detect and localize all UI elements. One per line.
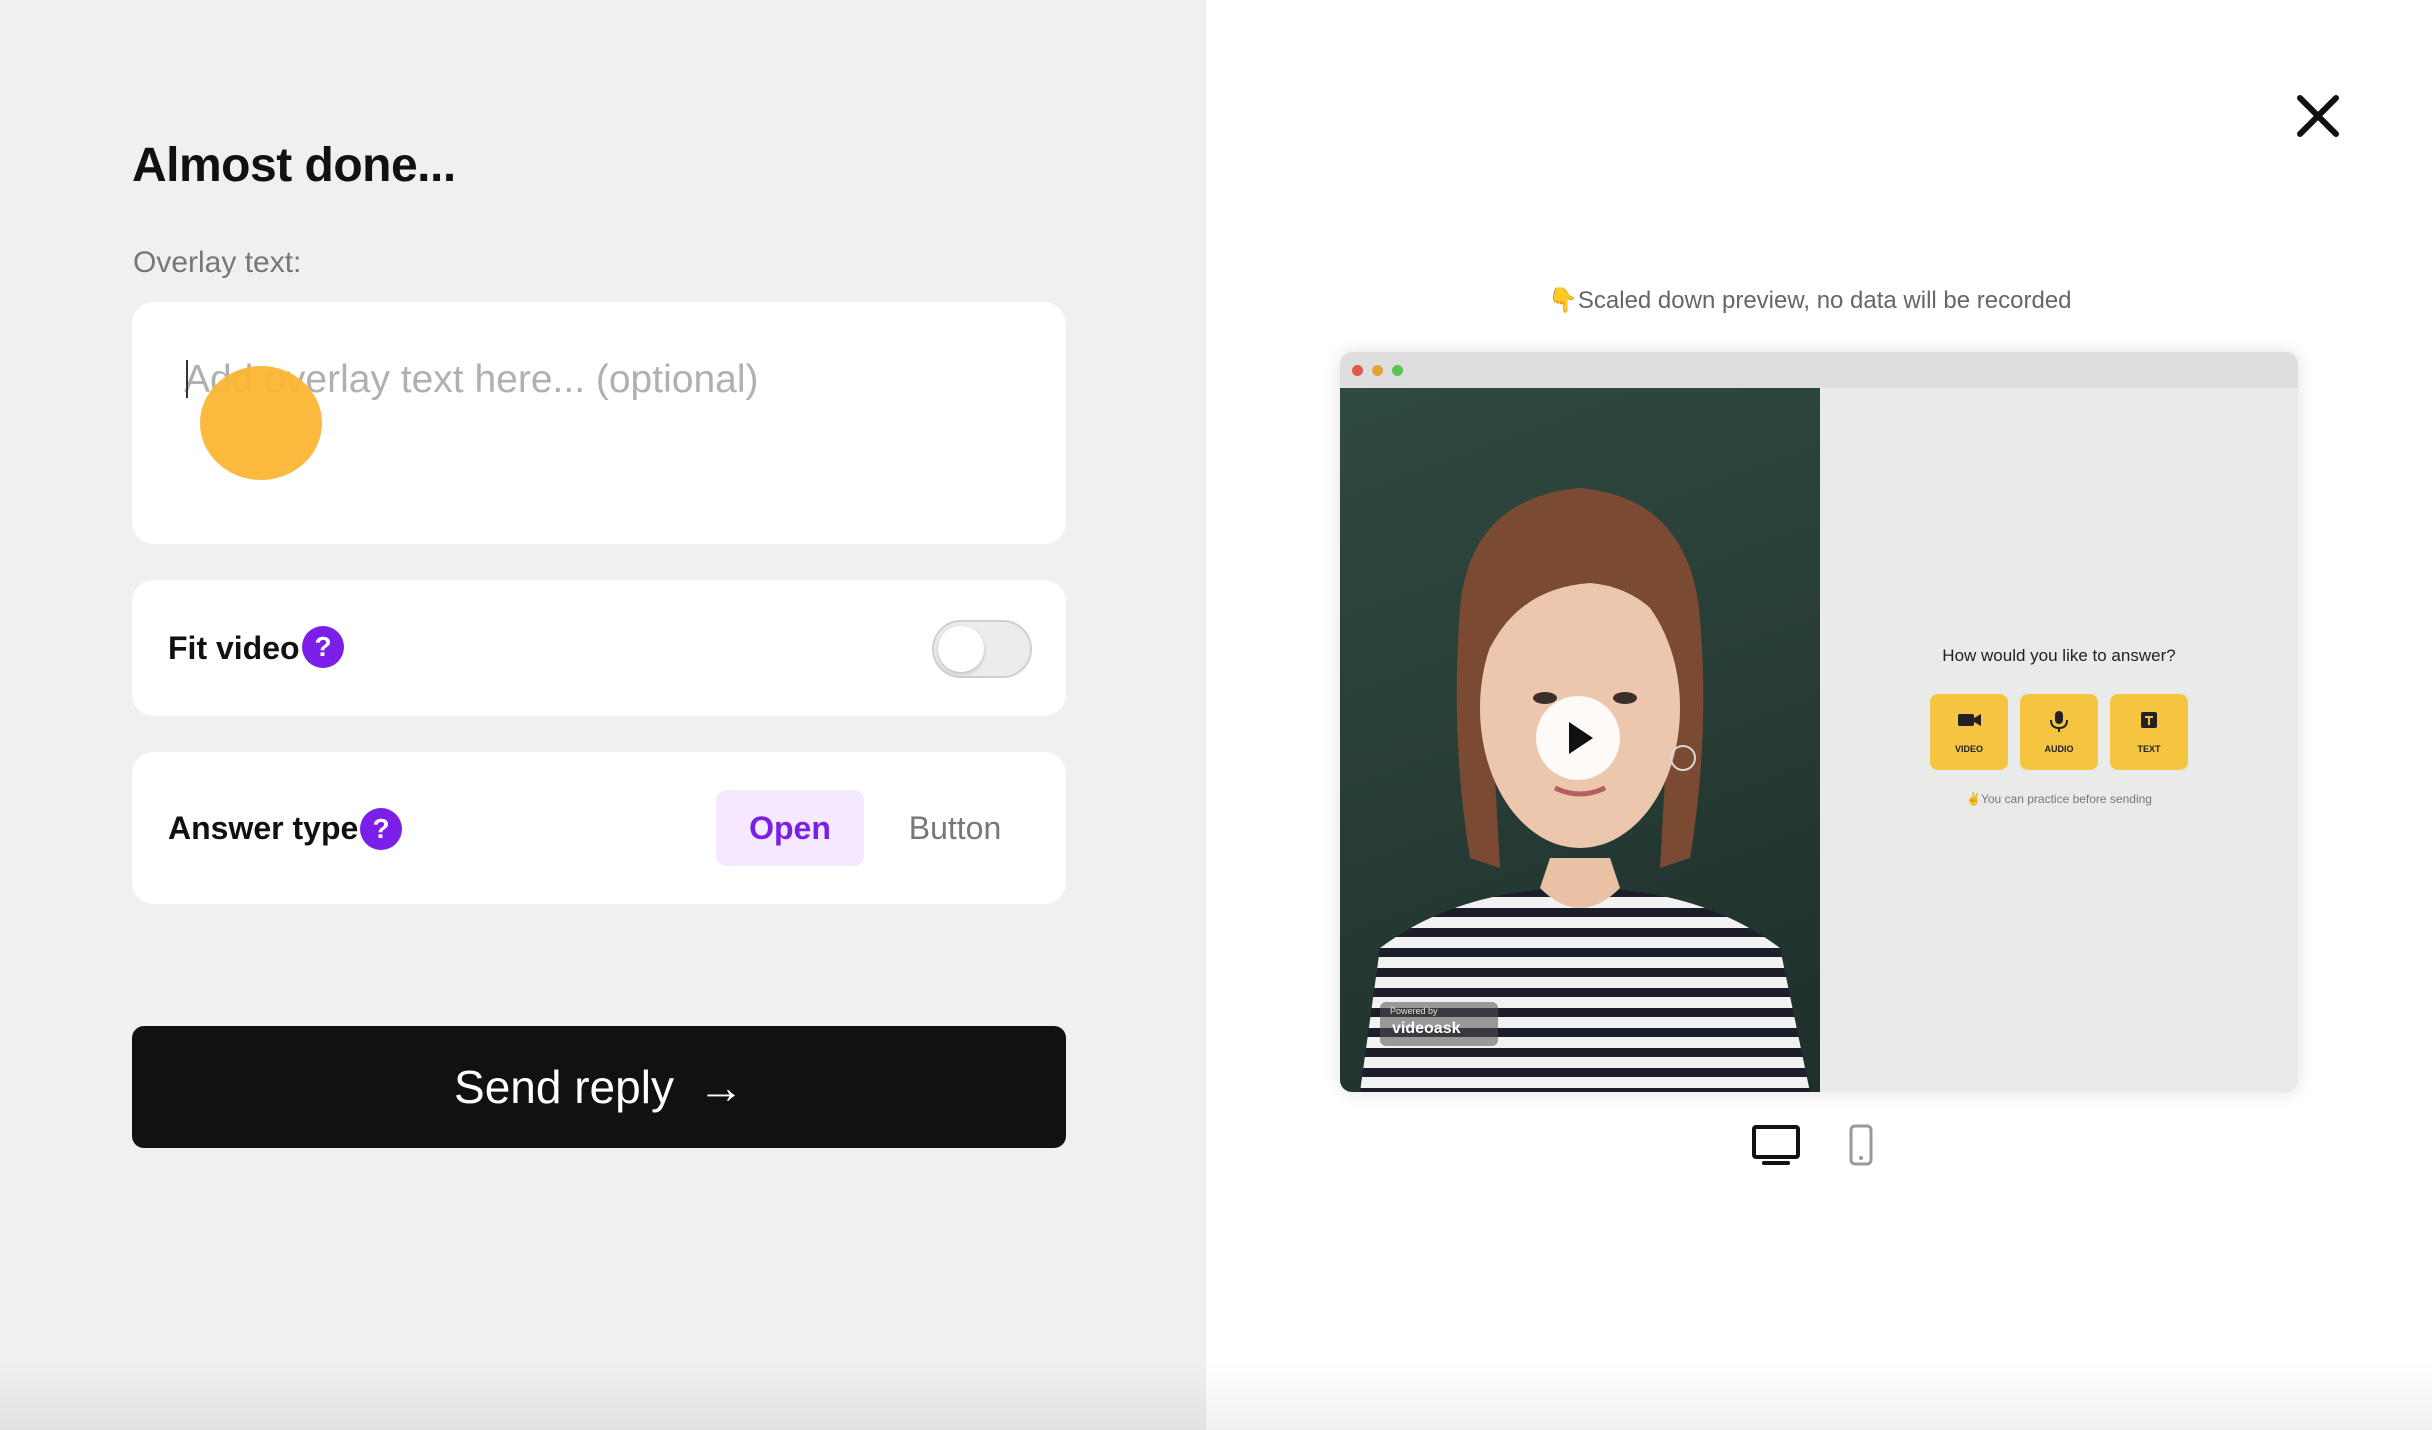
answer-type-card: Answer type ? Open Button xyxy=(132,752,1066,904)
preview-note: 👇Scaled down preview, no data will be re… xyxy=(1548,287,2072,314)
arrow-right-icon: → xyxy=(697,1061,744,1113)
window-maximize-dot xyxy=(1392,365,1403,376)
text-icon xyxy=(2141,712,2157,728)
overlay-text-label: Overlay text: xyxy=(133,246,302,279)
answer-type-open-option[interactable]: Open xyxy=(716,790,864,866)
answer-type-label: Answer type xyxy=(168,810,359,846)
answer-audio-button[interactable]: AUDIO xyxy=(2020,694,2098,770)
powered-by-label: Powered by xyxy=(1390,1006,1438,1016)
page-title: Almost done... xyxy=(132,139,456,192)
answer-video-label: VIDEO xyxy=(1954,744,1983,754)
touch-indicator xyxy=(200,366,322,480)
answer-audio-label: AUDIO xyxy=(2044,744,2074,754)
powered-by-badge: Powered by videoask xyxy=(1380,1002,1498,1046)
browser-title-bar xyxy=(1340,352,2298,388)
answer-type-help-icon[interactable]: ? xyxy=(360,808,402,850)
close-icon[interactable] xyxy=(2290,88,2346,144)
answer-text-label: TEXT xyxy=(2137,744,2161,754)
mobile-icon[interactable] xyxy=(1848,1124,1874,1166)
video-thumbnail[interactable]: Powered by videoask xyxy=(1340,388,1820,1092)
fit-video-toggle[interactable] xyxy=(932,620,1032,678)
answer-video-button[interactable]: VIDEO xyxy=(1930,694,2008,770)
text-caret xyxy=(186,360,188,398)
fit-video-label: Fit video xyxy=(168,630,300,666)
send-reply-button[interactable]: Send reply → xyxy=(132,1026,1066,1148)
preview-window: Powered by videoask How would you like t… xyxy=(1340,352,2298,1092)
microphone-icon xyxy=(2050,711,2068,732)
fit-video-card: Fit video ? xyxy=(132,580,1066,716)
window-minimize-dot xyxy=(1372,365,1383,376)
play-icon xyxy=(1569,722,1593,754)
answer-options-pane: How would you like to answer? VIDEO AUDI… xyxy=(1820,388,2298,1092)
answer-text-button[interactable]: TEXT xyxy=(2110,694,2188,770)
answer-type-button-option[interactable]: Button xyxy=(880,790,1030,866)
brand-name: videoask xyxy=(1392,1020,1461,1037)
window-close-dot xyxy=(1352,365,1363,376)
answer-question: How would you like to answer? xyxy=(1942,646,2176,665)
fit-video-help-icon[interactable]: ? xyxy=(302,626,344,668)
practice-note: ✌️You can practice before sending xyxy=(1966,792,2152,806)
video-camera-icon xyxy=(1958,714,1981,726)
desktop-icon[interactable] xyxy=(1752,1124,1800,1166)
send-reply-label: Send reply xyxy=(454,1061,674,1113)
play-button[interactable] xyxy=(1536,696,1620,780)
toggle-knob xyxy=(938,626,984,672)
editor-panel: Almost done... Overlay text: Fit video ?… xyxy=(0,0,1206,1430)
